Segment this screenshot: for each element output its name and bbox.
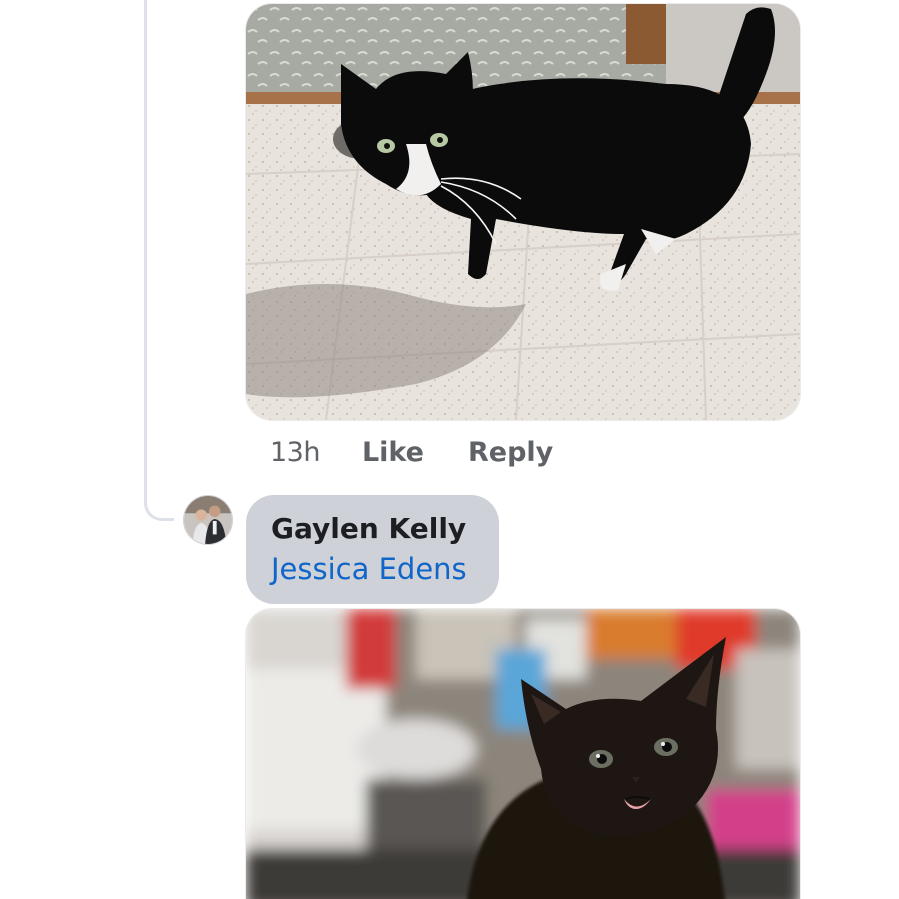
comment-photo-black-kitten[interactable] — [246, 609, 800, 899]
comment-actions: 13h Like Reply — [270, 434, 553, 470]
like-button[interactable]: Like — [362, 437, 424, 468]
comment-author-name[interactable]: Gaylen Kelly — [271, 509, 499, 549]
cat-photo-image — [246, 4, 800, 420]
avatar[interactable] — [183, 495, 233, 545]
comment-timestamp: 13h — [270, 436, 320, 468]
reply-thread-connector — [144, 0, 174, 521]
profile-photo-icon — [184, 496, 232, 544]
comment-thread: 13h Like Reply Gaylen Kelly Jessica Eden… — [0, 0, 899, 899]
comment-bubble: Gaylen Kelly Jessica Edens — [246, 495, 499, 604]
comment-photo-tuxedo-cat[interactable] — [246, 4, 800, 420]
reply-button[interactable]: Reply — [468, 437, 553, 468]
mentioned-user-link[interactable]: Jessica Edens — [271, 549, 499, 589]
kitten-photo-image — [246, 609, 800, 899]
